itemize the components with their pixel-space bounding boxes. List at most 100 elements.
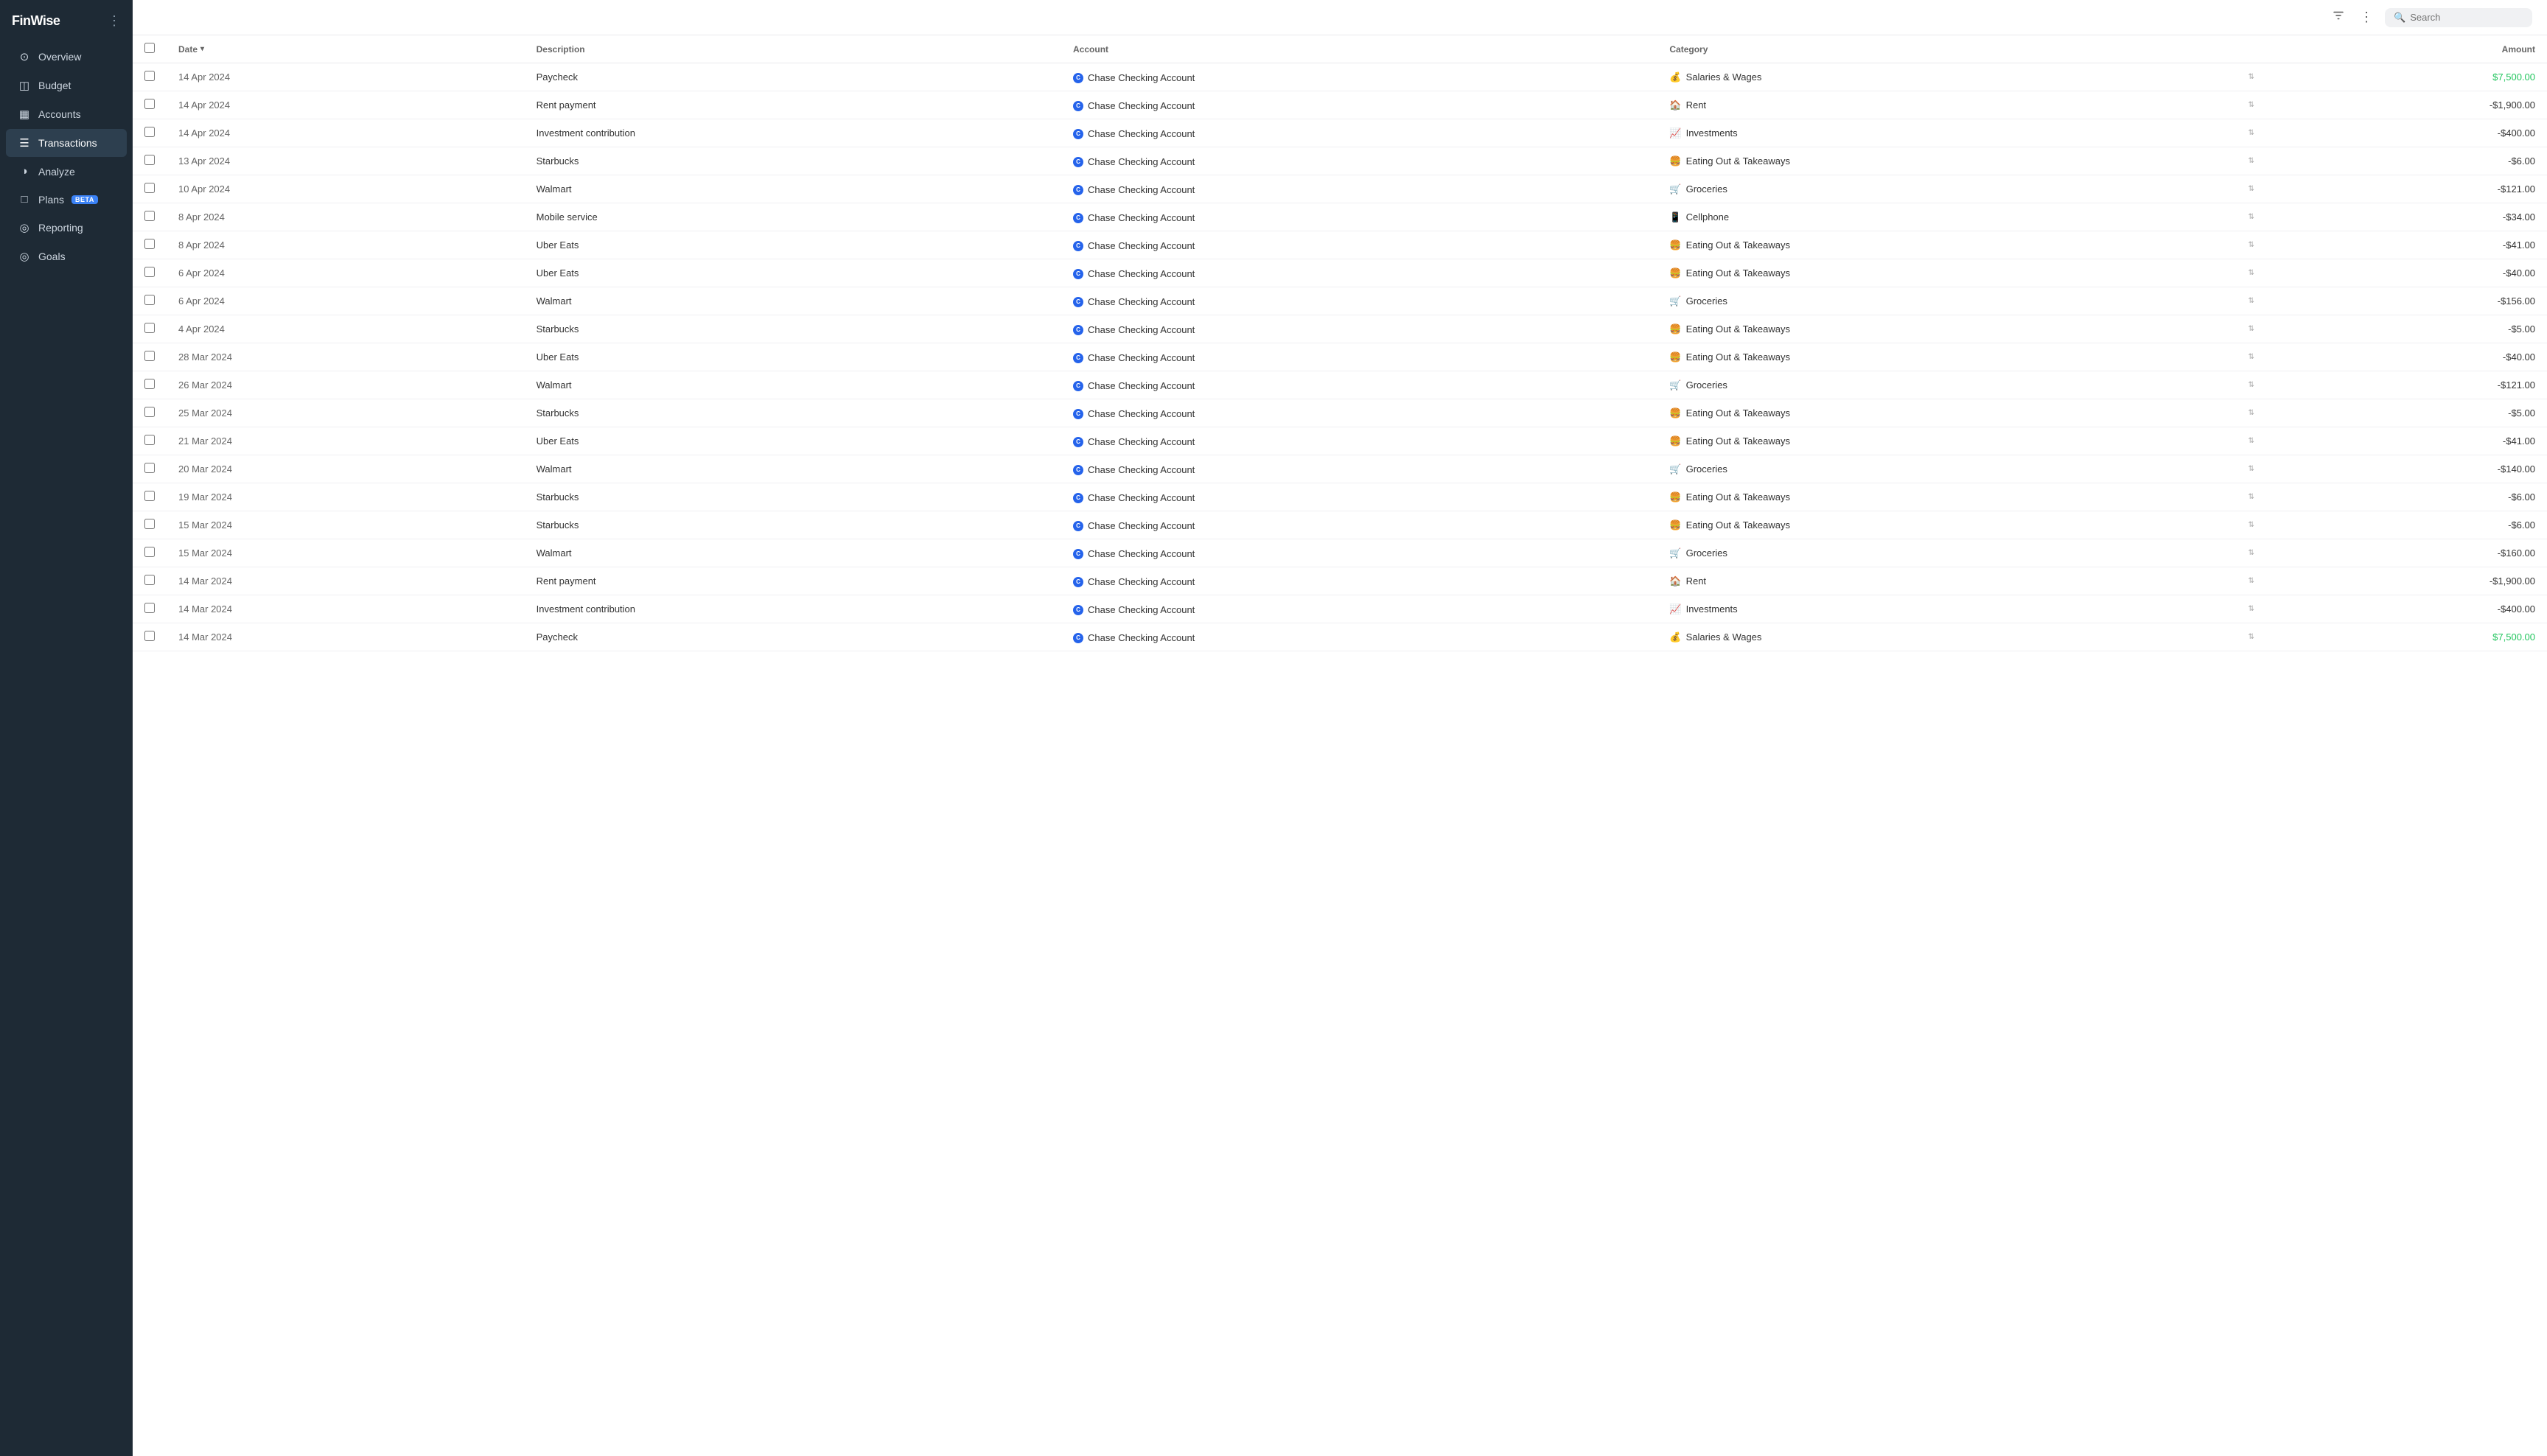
more-options-icon[interactable]: ⋮ (2357, 7, 2376, 28)
category-sort-icon[interactable]: ⇅ (2248, 633, 2254, 641)
row-checkbox[interactable] (144, 491, 155, 501)
row-account: CChase Checking Account (1061, 231, 1657, 259)
sidebar-item-accounts[interactable]: ▦Accounts (6, 100, 127, 128)
row-checkbox[interactable] (144, 267, 155, 277)
category-sort-icon[interactable]: ⇅ (2248, 353, 2254, 361)
category-name: Salaries & Wages (1686, 71, 1762, 83)
row-checkbox[interactable] (144, 435, 155, 445)
date-header[interactable]: Date ▾ (167, 35, 525, 63)
row-checkbox[interactable] (144, 603, 155, 613)
category-sort-icon[interactable]: ⇅ (2248, 297, 2254, 305)
category-sort-icon[interactable]: ⇅ (2248, 493, 2254, 501)
account-dot-icon: C (1073, 409, 1083, 419)
account-name: Chase Checking Account (1088, 240, 1195, 251)
category-sort-icon[interactable]: ⇅ (2248, 577, 2254, 585)
category-sort-icon[interactable]: ⇅ (2248, 549, 2254, 557)
row-category: 🛒Groceries⇅ (1657, 371, 2265, 399)
row-category: 🏠Rent⇅ (1657, 567, 2265, 595)
category-sort-icon[interactable]: ⇅ (2248, 325, 2254, 333)
search-input[interactable] (2410, 12, 2523, 23)
row-category: 🍔Eating Out & Takeaways⇅ (1657, 427, 2265, 455)
category-icon: 📱 (1669, 211, 1681, 223)
category-name: Salaries & Wages (1686, 631, 1762, 643)
sidebar-menu-icon[interactable]: ⋮ (108, 13, 121, 29)
row-checkbox[interactable] (144, 183, 155, 193)
row-checkbox[interactable] (144, 155, 155, 165)
row-checkbox[interactable] (144, 547, 155, 557)
category-sort-icon[interactable]: ⇅ (2248, 521, 2254, 529)
category-sort-icon[interactable]: ⇅ (2248, 437, 2254, 445)
account-name: Chase Checking Account (1088, 128, 1195, 139)
category-sort-icon[interactable]: ⇅ (2248, 213, 2254, 221)
sidebar-item-overview[interactable]: ⊙Overview (6, 43, 127, 71)
filter-icon[interactable] (2329, 6, 2348, 29)
category-sort-icon[interactable]: ⇅ (2248, 129, 2254, 137)
row-checkbox[interactable] (144, 239, 155, 249)
sidebar-item-goals[interactable]: ◎Goals (6, 242, 127, 270)
account-name: Chase Checking Account (1088, 632, 1195, 643)
sidebar-item-label-budget: Budget (38, 80, 71, 91)
category-name: Eating Out & Takeaways (1686, 435, 1790, 447)
category-name: Investments (1686, 603, 1738, 615)
row-date: 6 Apr 2024 (167, 287, 525, 315)
row-checkbox[interactable] (144, 127, 155, 137)
category-sort-icon[interactable]: ⇅ (2248, 381, 2254, 389)
row-checkbox[interactable] (144, 407, 155, 417)
table-row: 15 Mar 2024WalmartCChase Checking Accoun… (133, 539, 2547, 567)
row-checkbox[interactable] (144, 575, 155, 585)
row-checkbox[interactable] (144, 211, 155, 221)
table-header-row: Date ▾ Description Account Category Amou… (133, 35, 2547, 63)
sidebar-item-plans[interactable]: □PlansBETA (6, 186, 127, 213)
transactions-table-container: Date ▾ Description Account Category Amou… (133, 35, 2547, 1456)
sidebar-item-reporting[interactable]: ◎Reporting (6, 214, 127, 242)
row-checkbox[interactable] (144, 519, 155, 529)
account-name: Chase Checking Account (1088, 408, 1195, 419)
row-date: 21 Mar 2024 (167, 427, 525, 455)
table-body: 14 Apr 2024PaycheckCChase Checking Accou… (133, 63, 2547, 651)
account-dot-icon: C (1073, 269, 1083, 279)
category-name: Groceries (1686, 547, 1727, 559)
row-checkbox[interactable] (144, 351, 155, 361)
account-badge: CChase Checking Account (1073, 576, 1195, 587)
row-amount: -$156.00 (2266, 287, 2547, 315)
table-row: 15 Mar 2024StarbucksCChase Checking Acco… (133, 511, 2547, 539)
category-inner: 🍔Eating Out & Takeaways (1669, 351, 1790, 363)
row-account: CChase Checking Account (1061, 483, 1657, 511)
category-cell: 🍔Eating Out & Takeaways ⇅ (1669, 351, 2254, 363)
row-checkbox-cell (133, 539, 167, 567)
row-checkbox[interactable] (144, 295, 155, 305)
sidebar-item-budget[interactable]: ◫Budget (6, 71, 127, 99)
category-sort-icon[interactable]: ⇅ (2248, 409, 2254, 417)
row-description: Investment contribution (525, 119, 1061, 147)
row-amount: $7,500.00 (2266, 63, 2547, 91)
row-checkbox[interactable] (144, 631, 155, 641)
category-icon: 📈 (1669, 603, 1681, 615)
sidebar-item-analyze[interactable]: ◑Analyze (6, 158, 127, 185)
row-checkbox[interactable] (144, 379, 155, 389)
category-sort-icon[interactable]: ⇅ (2248, 101, 2254, 109)
row-checkbox[interactable] (144, 99, 155, 109)
row-checkbox-cell (133, 259, 167, 287)
row-account: CChase Checking Account (1061, 287, 1657, 315)
account-dot-icon: C (1073, 577, 1083, 587)
account-badge: CChase Checking Account (1073, 128, 1195, 139)
sidebar-item-transactions[interactable]: ☰Transactions (6, 129, 127, 157)
category-sort-icon[interactable]: ⇅ (2248, 185, 2254, 193)
category-sort-icon[interactable]: ⇅ (2248, 73, 2254, 81)
table-row: 6 Apr 2024Uber EatsCChase Checking Accou… (133, 259, 2547, 287)
account-name: Chase Checking Account (1088, 324, 1195, 335)
select-all-checkbox[interactable] (144, 43, 155, 53)
category-sort-icon[interactable]: ⇅ (2248, 269, 2254, 277)
table-row: 14 Mar 2024Rent paymentCChase Checking A… (133, 567, 2547, 595)
row-checkbox[interactable] (144, 323, 155, 333)
row-checkbox[interactable] (144, 71, 155, 81)
row-checkbox[interactable] (144, 463, 155, 473)
table-row: 28 Mar 2024Uber EatsCChase Checking Acco… (133, 343, 2547, 371)
category-sort-icon[interactable]: ⇅ (2248, 465, 2254, 473)
category-sort-icon[interactable]: ⇅ (2248, 241, 2254, 249)
category-name: Rent (1686, 575, 1706, 587)
category-cell: 📱Cellphone⇅ (1669, 211, 2254, 223)
category-sort-icon[interactable]: ⇅ (2248, 605, 2254, 613)
category-icon: 🍔 (1669, 155, 1681, 167)
category-sort-icon[interactable]: ⇅ (2248, 157, 2254, 165)
